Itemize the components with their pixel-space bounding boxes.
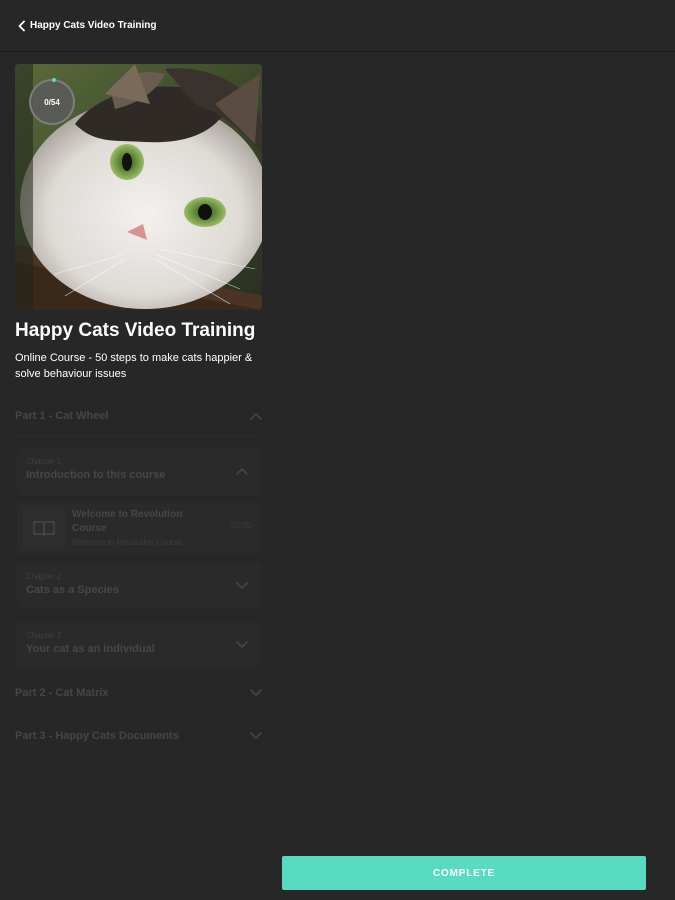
chevron-up-icon xyxy=(250,412,262,420)
chevron-down-icon xyxy=(250,689,262,696)
lesson-duration: 02:00 xyxy=(230,521,251,530)
lesson-subtitle: Welcome to Revolution Course xyxy=(72,538,183,547)
part-3-label: Part 3 - Happy Cats Documents xyxy=(15,730,179,742)
chapter-3-card[interactable]: Chapter 3 Your cat as an individual xyxy=(17,622,260,667)
top-app-bar: Happy Cats Video Training xyxy=(0,0,675,52)
course-description: Online Course - 50 steps to make cats ha… xyxy=(15,352,253,380)
part-2-row[interactable]: Part 2 - Cat Matrix xyxy=(15,673,262,713)
book-icon xyxy=(33,521,55,537)
lesson-title: Welcome to Revolution Course xyxy=(72,509,183,534)
chevron-up-icon xyxy=(236,468,248,475)
lesson-thumbnail xyxy=(23,508,65,548)
complete-button[interactable]: COMPLETE xyxy=(282,856,646,890)
app-bar-title: Happy Cats Video Training xyxy=(30,20,157,31)
progress-label: 0/54 xyxy=(44,97,60,107)
part-1-row[interactable]: Part 1 - Cat Wheel xyxy=(15,396,262,436)
part-3-row[interactable]: Part 3 - Happy Cats Documents xyxy=(15,716,262,756)
part-2-label: Part 2 - Cat Matrix xyxy=(15,687,109,699)
course-cover-image: 0/54 xyxy=(15,64,262,310)
progress-badge: 0/54 xyxy=(29,78,75,125)
chapter-3-label: Chapter 3 xyxy=(26,631,62,640)
chapter-1-card[interactable]: Chapter 1 Introduction to this course xyxy=(17,448,260,495)
chapter-1-label: Chapter 1 xyxy=(26,457,62,466)
chevron-down-icon xyxy=(236,582,248,589)
lesson-item[interactable]: Welcome to Revolution Course Welcome to … xyxy=(17,502,260,554)
chevron-down-icon xyxy=(250,732,262,739)
part-1-label: Part 1 - Cat Wheel xyxy=(15,409,109,422)
chevron-down-icon xyxy=(236,641,248,648)
course-title: Happy Cats Video Training xyxy=(15,320,256,341)
chapter-2-label: Chapter 2 xyxy=(26,572,62,581)
chapter-3-title: Your cat as an individual xyxy=(26,643,155,655)
chapter-2-title: Cats as a Species xyxy=(26,584,119,596)
progress-indicator-dot xyxy=(52,78,56,82)
chapter-2-card[interactable]: Chapter 2 Cats as a Species xyxy=(17,563,260,608)
chapter-1-title: Introduction to this course xyxy=(26,469,166,481)
chevron-left-icon xyxy=(18,20,25,31)
